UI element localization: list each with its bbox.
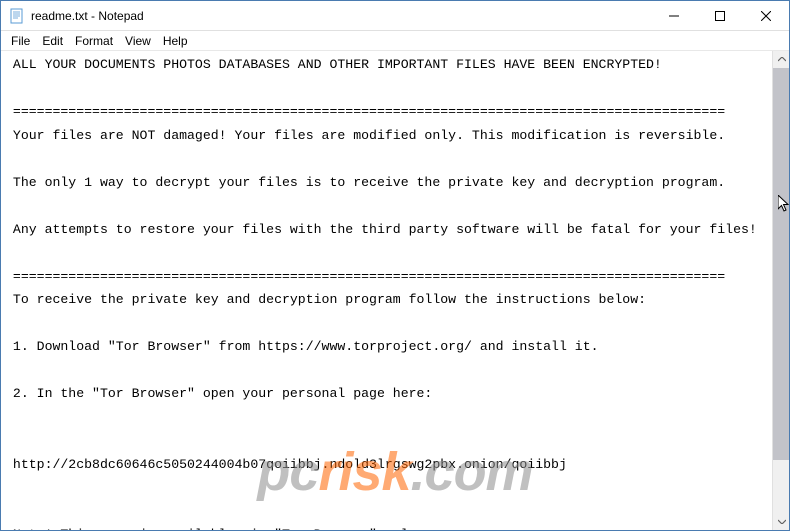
close-icon — [761, 11, 771, 21]
content-area: ALL YOUR DOCUMENTS PHOTOS DATABASES AND … — [1, 51, 789, 530]
scroll-up-button[interactable] — [773, 51, 789, 68]
text-editor[interactable]: ALL YOUR DOCUMENTS PHOTOS DATABASES AND … — [1, 51, 772, 530]
window-title: readme.txt - Notepad — [31, 9, 651, 23]
scroll-track[interactable] — [773, 68, 789, 513]
menu-edit[interactable]: Edit — [36, 32, 69, 50]
minimize-button[interactable] — [651, 1, 697, 30]
chevron-down-icon — [778, 519, 786, 524]
vertical-scrollbar[interactable] — [772, 51, 789, 530]
close-button[interactable] — [743, 1, 789, 30]
minimize-icon — [669, 11, 679, 21]
maximize-icon — [715, 11, 725, 21]
menu-view[interactable]: View — [119, 32, 157, 50]
titlebar[interactable]: readme.txt - Notepad — [1, 1, 789, 31]
menu-format[interactable]: Format — [69, 32, 119, 50]
window-controls — [651, 1, 789, 30]
notepad-window: readme.txt - Notepad File Edit Format Vi… — [0, 0, 790, 531]
menu-help[interactable]: Help — [157, 32, 194, 50]
chevron-up-icon — [778, 57, 786, 62]
scroll-thumb[interactable] — [773, 68, 789, 460]
menubar: File Edit Format View Help — [1, 31, 789, 51]
maximize-button[interactable] — [697, 1, 743, 30]
notepad-icon — [9, 8, 25, 24]
scroll-down-button[interactable] — [773, 513, 789, 530]
menu-file[interactable]: File — [5, 32, 36, 50]
